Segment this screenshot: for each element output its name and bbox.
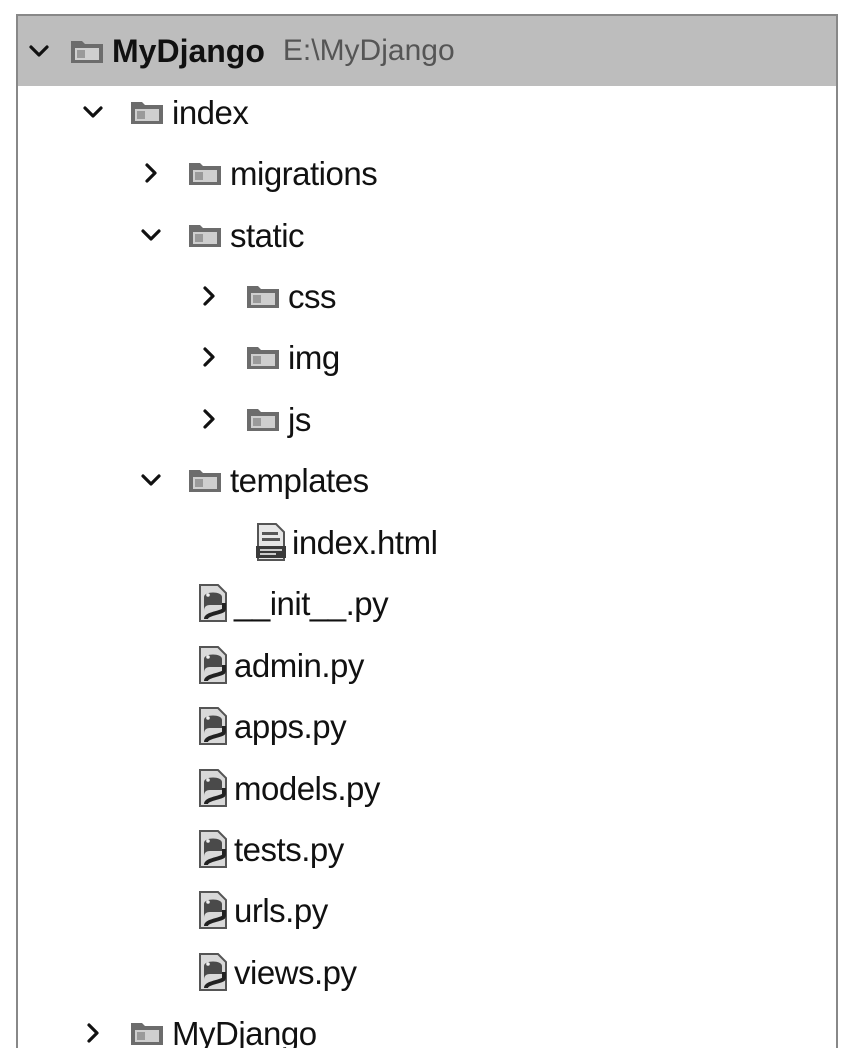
tree-item-label: __init__.py	[234, 587, 388, 620]
chevron-right-icon[interactable]	[194, 404, 224, 434]
chevron-right-icon[interactable]	[136, 158, 166, 188]
folder-icon	[188, 222, 222, 248]
tree-item-label: index	[172, 96, 248, 129]
tree-item-static[interactable]: static	[18, 206, 836, 264]
project-folder-icon	[70, 38, 104, 64]
tree-item-init-py[interactable]: __init__.py	[18, 574, 836, 632]
project-name: MyDjango	[112, 33, 265, 70]
chevron-right-icon[interactable]	[194, 281, 224, 311]
folder-icon	[130, 1020, 164, 1046]
python-file-icon	[196, 583, 230, 623]
tree-item-index-html[interactable]: index.html	[18, 513, 836, 571]
chevron-right-icon[interactable]	[78, 1018, 108, 1048]
chevron-down-icon[interactable]	[136, 220, 166, 250]
folder-icon	[188, 160, 222, 186]
python-file-icon	[196, 829, 230, 869]
tree-item-label: img	[288, 341, 340, 374]
tree-root-row[interactable]: MyDjango E:\MyDjango	[18, 16, 836, 86]
tree-item-label: migrations	[230, 157, 377, 190]
tree-item-mydjango[interactable]: MyDjango	[18, 1004, 836, 1048]
tree-item-views-py[interactable]: views.py	[18, 943, 836, 1001]
tree-item-models-py[interactable]: models.py	[18, 759, 836, 817]
project-tree-panel: MyDjango E:\MyDjango index migrations st…	[16, 14, 838, 1048]
python-file-icon	[196, 768, 230, 808]
project-path: E:\MyDjango	[283, 34, 455, 68]
chevron-down-icon[interactable]	[136, 465, 166, 495]
tree-item-label: urls.py	[234, 894, 328, 927]
folder-icon	[246, 344, 280, 370]
tree-item-index[interactable]: index	[18, 83, 836, 141]
python-file-icon	[196, 952, 230, 992]
tree-item-label: templates	[230, 464, 369, 497]
tree-item-label: MyDjango	[172, 1017, 317, 1048]
tree-item-label: index.html	[292, 526, 437, 559]
folder-icon	[246, 283, 280, 309]
html-file-icon	[254, 522, 288, 562]
python-file-icon	[196, 890, 230, 930]
tree-item-label: js	[288, 403, 311, 436]
tree-item-label: views.py	[234, 956, 357, 989]
python-file-icon	[196, 706, 230, 746]
tree-item-urls-py[interactable]: urls.py	[18, 881, 836, 939]
chevron-down-icon[interactable]	[78, 97, 108, 127]
tree-item-admin-py[interactable]: admin.py	[18, 636, 836, 694]
tree-item-tests-py[interactable]: tests.py	[18, 820, 836, 878]
tree-item-js[interactable]: js	[18, 390, 836, 448]
tree-item-label: tests.py	[234, 833, 344, 866]
folder-icon	[188, 467, 222, 493]
tree-item-templates[interactable]: templates	[18, 451, 836, 509]
tree-item-css[interactable]: css	[18, 267, 836, 325]
tree-item-img[interactable]: img	[18, 328, 836, 386]
chevron-right-icon[interactable]	[194, 342, 224, 372]
tree-item-label: static	[230, 219, 304, 252]
chevron-down-icon[interactable]	[24, 36, 54, 66]
python-file-icon	[196, 645, 230, 685]
tree-item-label: apps.py	[234, 710, 346, 743]
folder-icon	[246, 406, 280, 432]
tree-item-label: admin.py	[234, 649, 364, 682]
tree-item-migrations[interactable]: migrations	[18, 144, 836, 202]
folder-icon	[130, 99, 164, 125]
tree-item-label: css	[288, 280, 336, 313]
tree-item-label: models.py	[234, 772, 380, 805]
tree-item-apps-py[interactable]: apps.py	[18, 697, 836, 755]
